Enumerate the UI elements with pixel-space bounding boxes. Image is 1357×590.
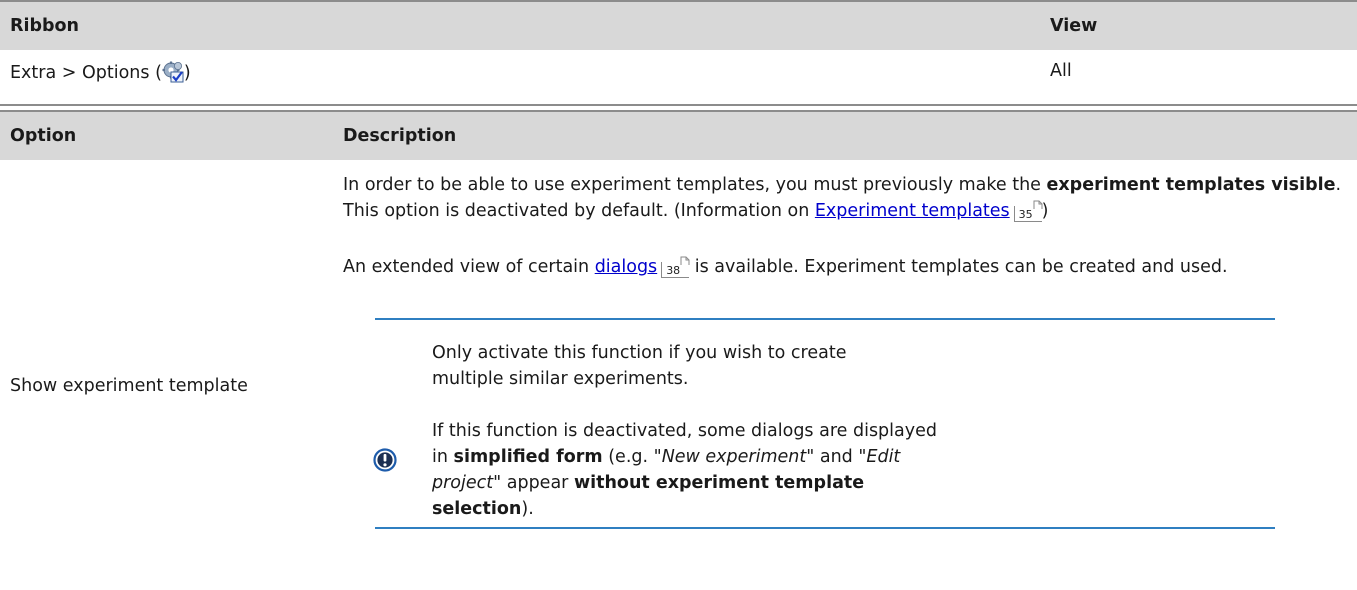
page-reference-38[interactable]: 38 [661, 256, 690, 278]
view-value: All [1050, 61, 1072, 81]
column-header-description: Description [343, 126, 457, 146]
options-gear-check-icon [162, 61, 184, 88]
note-top-rule [375, 318, 1275, 320]
page-corner-icon [680, 256, 690, 265]
page-corner-icon [1033, 200, 1043, 209]
page-reference-35[interactable]: 35 [1013, 200, 1043, 222]
option-table-header: Option Description [0, 112, 1357, 160]
ribbon-table-header: Ribbon View [0, 2, 1357, 50]
column-header-view: View [1050, 16, 1098, 36]
description-paragraph-2: An extended view of certain dialogs 38 is… [343, 256, 1228, 278]
column-header-ribbon: Ribbon [10, 16, 80, 36]
important-exclamation-icon [373, 448, 397, 472]
ribbon-path: Extra > Options ( ) [10, 61, 191, 88]
description-paragraph-1: In order to be able to use experiment te… [343, 175, 1342, 222]
option-name: Show experiment template [10, 376, 248, 396]
note-paragraph-2: If this function is deactivated, some di… [432, 421, 937, 519]
column-header-option: Option [10, 126, 77, 146]
note-bottom-rule [375, 527, 1275, 529]
experiment-templates-link[interactable]: Experiment templates [815, 201, 1010, 221]
ribbon-table-bottom-rule [0, 104, 1357, 106]
note-paragraph-1: Only activate this function if you wish … [432, 343, 847, 389]
dialogs-link[interactable]: dialogs [595, 257, 658, 277]
